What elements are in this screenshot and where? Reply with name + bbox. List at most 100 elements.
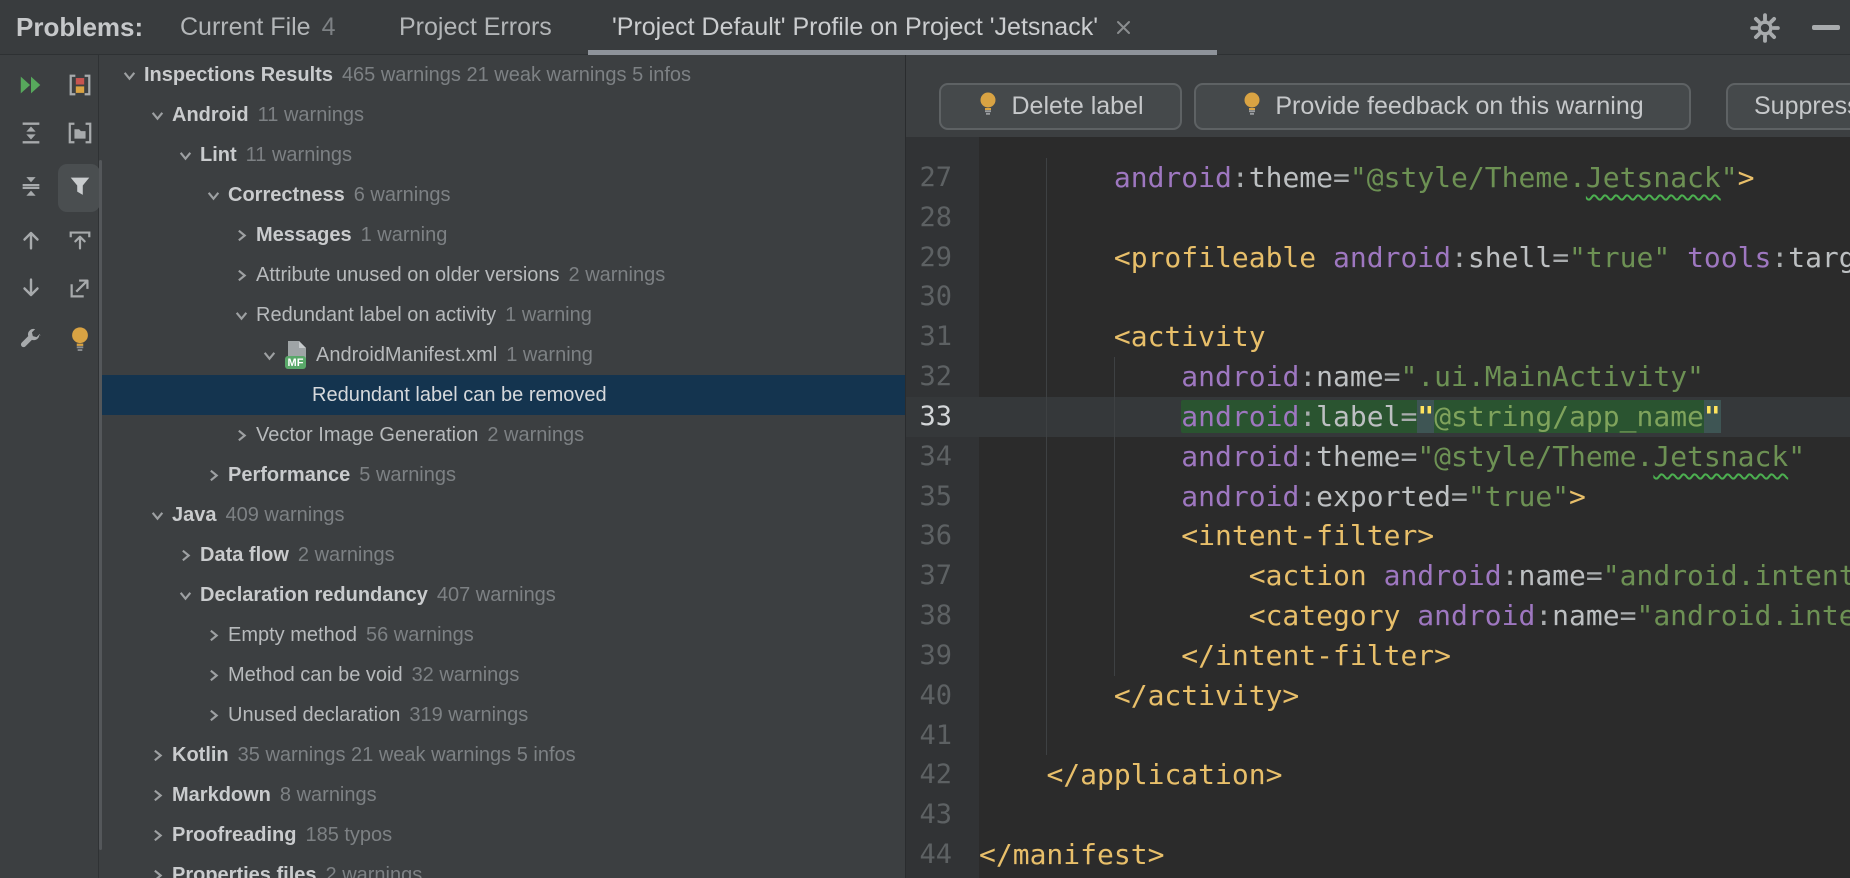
tab-current-file[interactable]: Current File 4 [180,0,336,55]
tree-row[interactable]: Data flow2 warnings [99,535,905,575]
quick-fix-bulb-button[interactable] [66,326,94,354]
chevron-down-icon[interactable] [114,68,144,83]
code-line-44[interactable]: </manifest> [979,835,1850,875]
tree-scrollbar[interactable] [99,160,102,850]
chevron-down-icon[interactable] [198,188,228,203]
tree-row[interactable]: Markdown8 warnings [99,775,905,815]
problems-tool-window: Problems: Current File 4 Project Errors … [0,0,1850,878]
tree-row[interactable]: Messages1 warning [99,215,905,255]
code-line-42[interactable]: </application> [979,755,1850,795]
chevron-down-icon[interactable] [170,148,200,163]
code-lines: android:theme="@style/Theme.Jetsnack"> <… [979,158,1850,875]
tree-row[interactable]: Kotlin35 warnings 21 weak warnings 5 inf… [99,735,905,775]
code-token: android [1417,599,1535,632]
tree-row-label: Unused declaration [228,704,400,727]
tree-row[interactable]: Redundant label can be removed [99,375,905,415]
code-line-43[interactable] [979,795,1850,835]
minimize-icon[interactable] [1812,25,1840,30]
tool-window-title: Problems: [16,0,143,55]
tab-project-errors[interactable]: Project Errors [399,0,552,55]
tree-row[interactable]: Declaration redundancy407 warnings [99,575,905,615]
close-icon[interactable] [1116,20,1131,35]
chevron-right-icon[interactable] [142,788,172,803]
code-token: shell [1468,241,1552,274]
line-number: 37 [906,556,979,596]
code-line-29[interactable]: <profileable android:shell="true" tools:… [979,238,1850,278]
code-token: android [1384,559,1502,592]
code-line-30[interactable] [979,277,1850,317]
tree-row[interactable]: Redundant label on activity1 warning [99,295,905,335]
tree-row-count: 56 warnings [366,624,474,647]
code-line-35[interactable]: android:exported="true"> [979,477,1850,517]
suppress-button[interactable]: Suppress [1726,83,1850,130]
code-line-33[interactable]: android:label="@string/app_name" [979,397,1850,437]
expand-all-button[interactable] [17,121,45,149]
tree-row[interactable]: Empty method56 warnings [99,615,905,655]
chevron-right-icon[interactable] [142,748,172,763]
provide-feedback-button[interactable]: Provide feedback on this warning [1194,83,1691,130]
code-token [979,559,1249,592]
chevron-right-icon[interactable] [170,548,200,563]
chevron-right-icon[interactable] [198,468,228,483]
filter-button[interactable] [66,174,94,202]
tree-row[interactable]: Inspections Results465 warnings 21 weak … [99,55,905,95]
code-line-31[interactable]: <activity [979,317,1850,357]
code-editor[interactable]: 272829303132333435363738394041424344 and… [906,137,1850,878]
next-problem-button[interactable] [17,276,45,304]
chevron-down-icon[interactable] [142,508,172,523]
tree-row[interactable]: Lint11 warnings [99,135,905,175]
tree-row[interactable]: Java409 warnings [99,495,905,535]
delete-label-button[interactable]: Delete label [939,83,1182,130]
tree-row-label: Method can be void [228,664,403,687]
code-line-28[interactable] [979,198,1850,238]
tree-row[interactable]: Properties files2 warnings [99,855,905,878]
chevron-down-icon[interactable] [170,588,200,603]
tree-row[interactable]: MFAndroidManifest.xml1 warning [99,335,905,375]
chevron-right-icon[interactable] [226,428,256,443]
open-in-new-window-button[interactable] [66,276,94,304]
chevron-right-icon[interactable] [226,268,256,283]
code-line-32[interactable]: android:name=".ui.MainActivity" [979,357,1850,397]
severity-filter-button[interactable] [66,73,94,101]
tree-row[interactable]: Performance5 warnings [99,455,905,495]
code-line-40[interactable]: </activity> [979,676,1850,716]
code-token: = [1586,559,1603,592]
tree-row[interactable]: Unused declaration319 warnings [99,695,905,735]
previous-problem-button[interactable] [17,228,45,256]
collapse-all-button[interactable] [17,174,45,202]
tree-row-count: 2 warnings [298,544,395,567]
chevron-down-icon[interactable] [226,308,256,323]
tree-row[interactable]: Android11 warnings [99,95,905,135]
code-token [979,679,1114,712]
line-number: 31 [906,317,979,357]
tree-row[interactable]: Correctness6 warnings [99,175,905,215]
chevron-right-icon[interactable] [142,828,172,843]
tree-row[interactable]: Attribute unused on older versions2 warn… [99,255,905,295]
chevron-down-icon[interactable] [254,348,284,363]
chevron-right-icon[interactable] [142,868,172,878]
export-results-button[interactable] [66,228,94,256]
gear-icon[interactable] [1750,13,1780,43]
code-line-41[interactable] [979,716,1850,756]
inspection-settings-wrench-button[interactable] [17,326,45,354]
chevron-right-icon[interactable] [198,708,228,723]
chevron-right-icon[interactable] [226,228,256,243]
code-line-37[interactable]: <action android:name="android.intent.a [979,556,1850,596]
button-label: Delete label [1011,92,1143,121]
tree-row-label: Proofreading [172,824,296,847]
code-line-38[interactable]: <category android:name="android.intent [979,596,1850,636]
tree-row[interactable]: Vector Image Generation2 warnings [99,415,905,455]
tree-row[interactable]: Method can be void32 warnings [99,655,905,695]
code-line-27[interactable]: android:theme="@style/Theme.Jetsnack"> [979,158,1850,198]
rerun-inspection-button[interactable] [17,73,45,101]
group-by-directory-button[interactable] [66,121,94,149]
tab-inspection-profile[interactable]: 'Project Default' Profile on Project 'Je… [612,0,1131,55]
code-line-34[interactable]: android:theme="@style/Theme.Jetsnack" [979,437,1850,477]
code-token: <profileable [1114,241,1316,274]
tree-row[interactable]: Proofreading185 typos [99,815,905,855]
code-line-39[interactable]: </intent-filter> [979,636,1850,676]
code-line-36[interactable]: <intent-filter> [979,516,1850,556]
chevron-down-icon[interactable] [142,108,172,123]
chevron-right-icon[interactable] [198,668,228,683]
chevron-right-icon[interactable] [198,628,228,643]
